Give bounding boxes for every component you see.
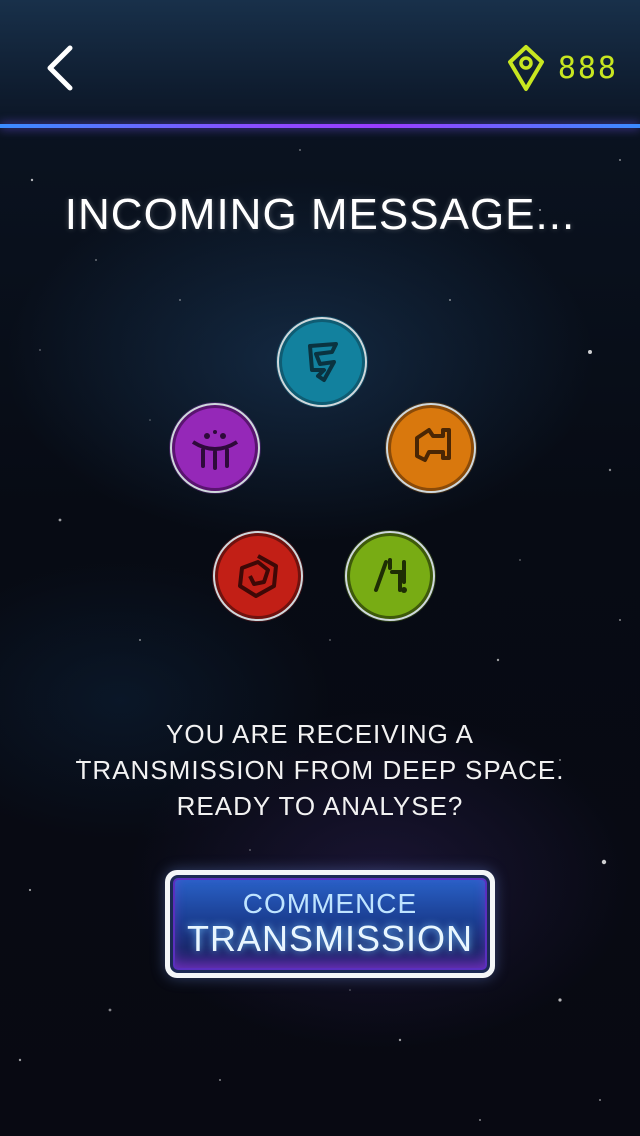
red-glyph-emblem (210, 528, 306, 624)
page-title: INCOMING MESSAGE... (64, 190, 576, 239)
cta-label-line-2: TRANSMISSION (186, 918, 474, 959)
screen: 888 INCOMING MESSAGE... YOU ARE RECEIVIN… (0, 0, 640, 1136)
currency-value: 888 (557, 50, 618, 86)
chevron-left-icon (47, 45, 73, 91)
transmission-message: YOU ARE RECEIVING A TRANSMISSION FROM DE… (20, 716, 620, 824)
gem-marker-icon (507, 45, 544, 91)
purple-glyph-emblem (167, 400, 263, 496)
top-bar: 888 (0, 0, 640, 124)
commence-transmission-button[interactable]: COMMENCE TRANSMISSION (165, 870, 495, 978)
cyan-glyph-emblem (274, 314, 370, 410)
message-line-2: TRANSMISSION FROM DEEP SPACE. (75, 755, 565, 785)
commence-transmission-button-face[interactable]: COMMENCE TRANSMISSION (170, 875, 490, 973)
header-divider (0, 124, 640, 128)
green-glyph-emblem (342, 528, 438, 624)
cta-label-line-1: COMMENCE (242, 888, 418, 919)
message-line-3: READY TO ANALYSE? (176, 791, 464, 821)
message-line-1: YOU ARE RECEIVING A (166, 719, 474, 749)
back-button[interactable] (36, 40, 88, 96)
currency-counter: 888 (506, 42, 618, 94)
orange-glyph-emblem (383, 400, 479, 496)
